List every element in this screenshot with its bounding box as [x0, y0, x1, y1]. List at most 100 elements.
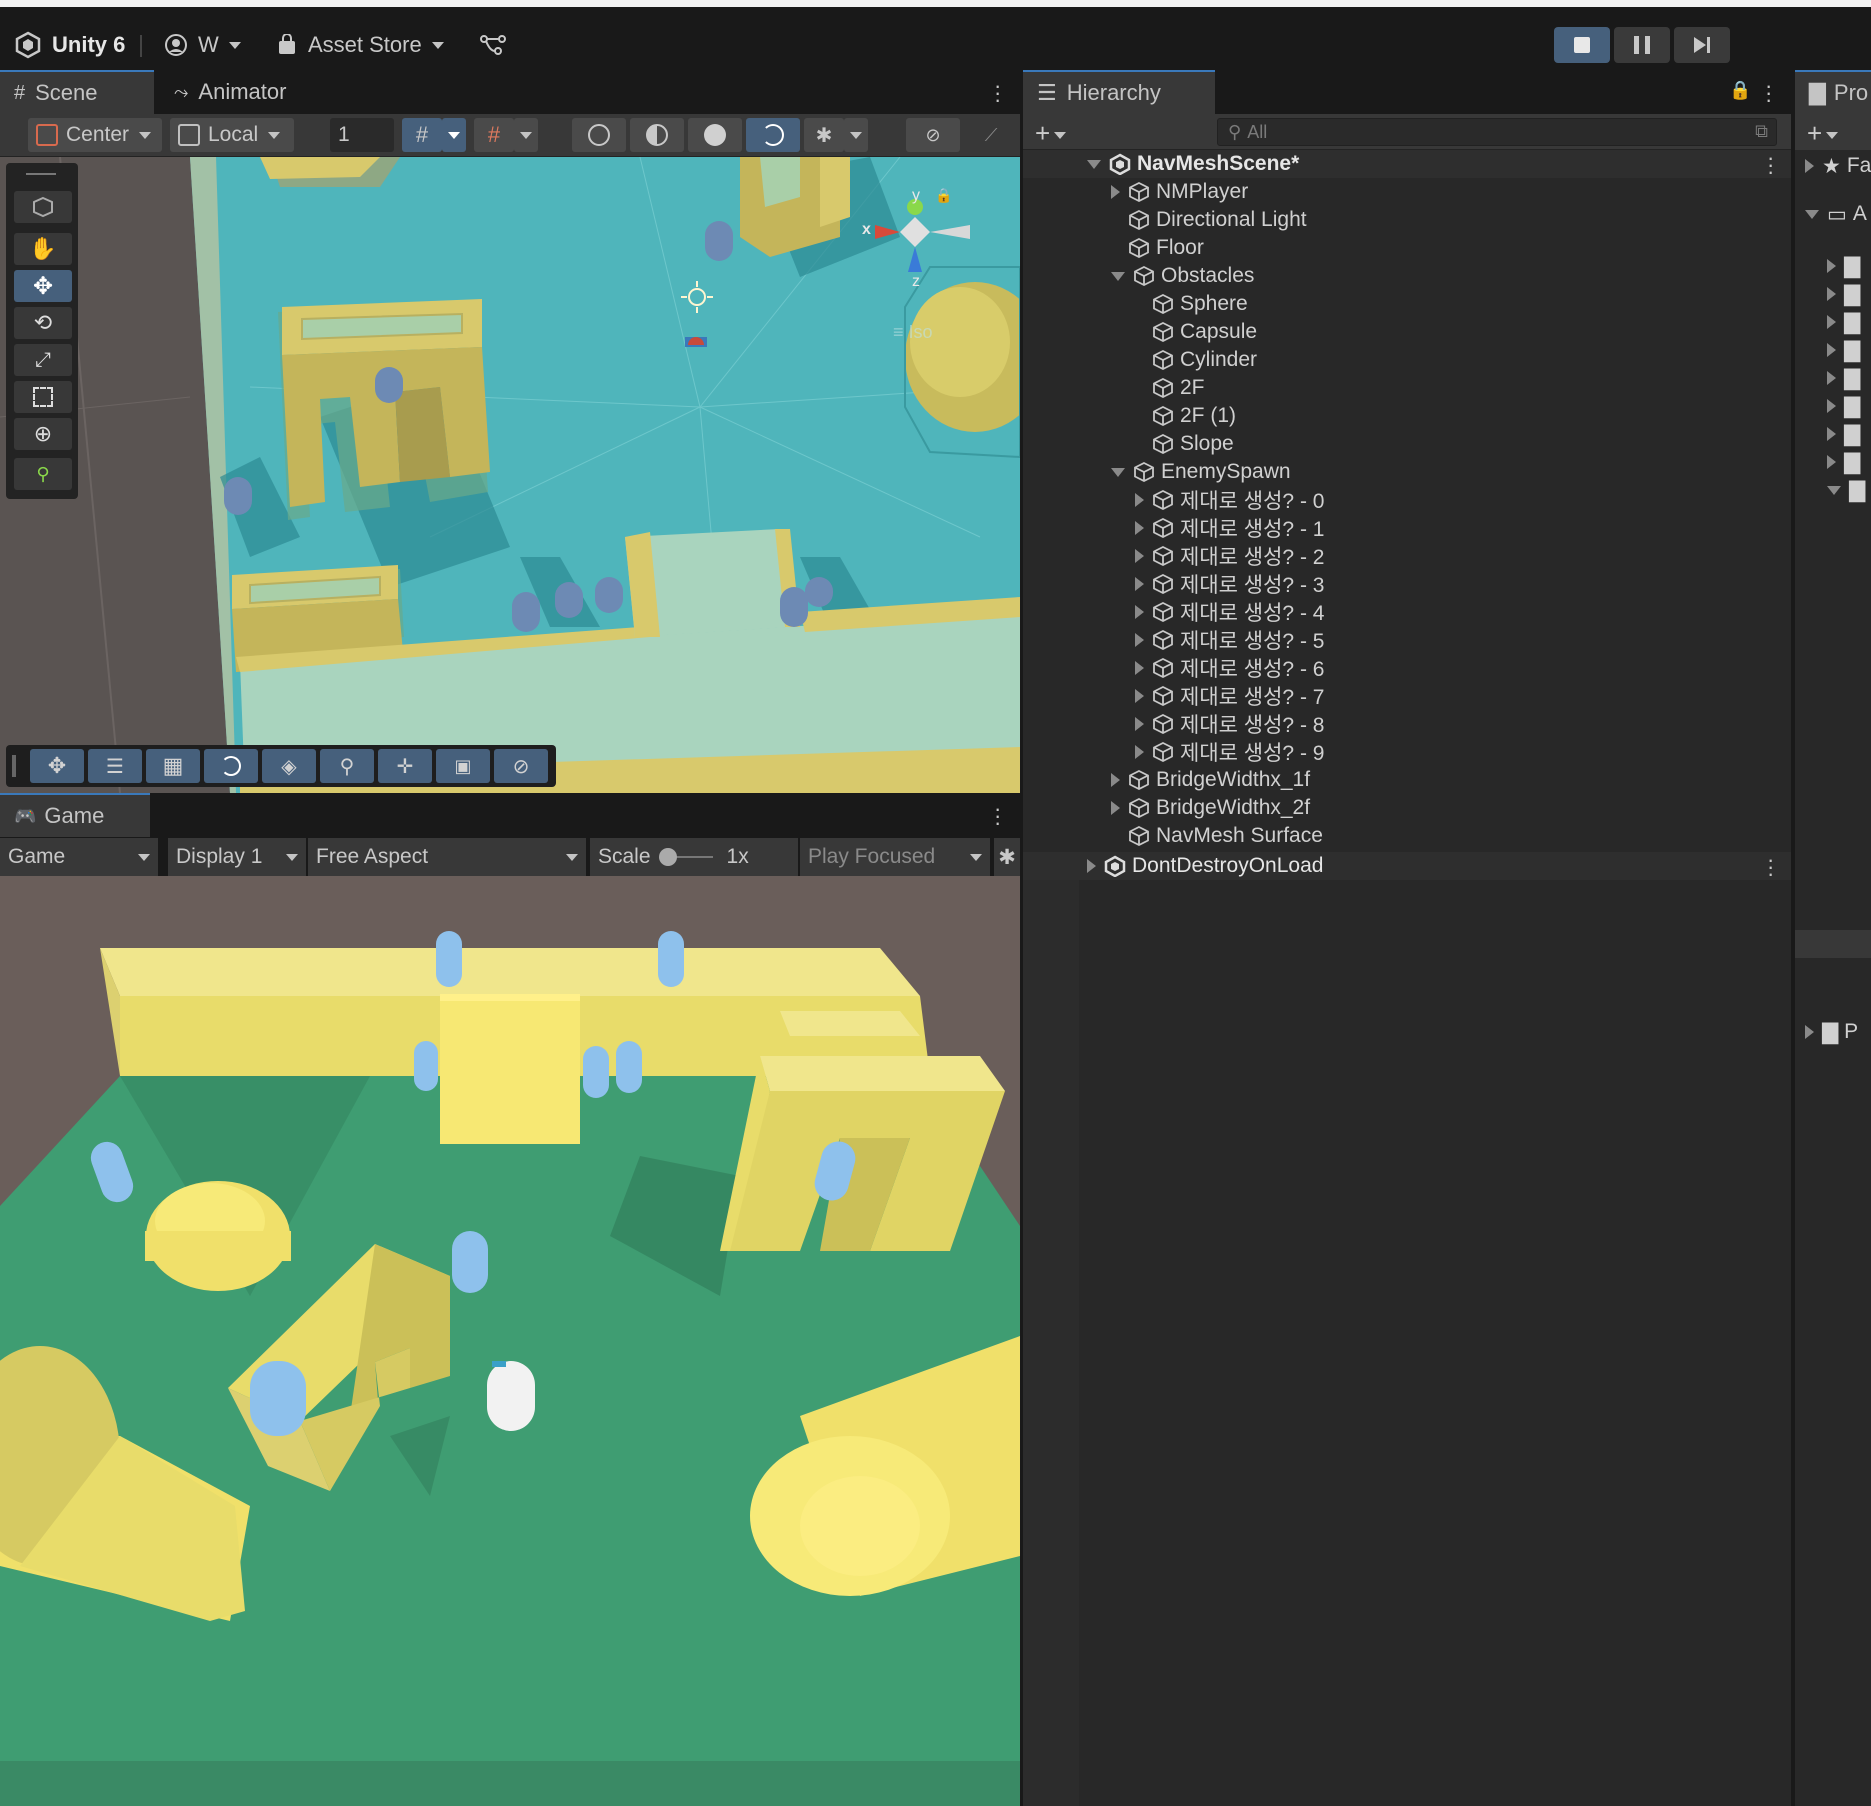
pivot-mode-dropdown[interactable]: Center — [28, 118, 162, 152]
project-packages-item[interactable]: ▇ P — [1795, 1018, 1871, 1046]
rotate-tool-button[interactable]: ⟲ — [14, 307, 72, 339]
nav-camera-button[interactable]: ▣ — [436, 749, 490, 783]
account-dropdown[interactable]: W — [164, 29, 241, 61]
hierarchy-item[interactable]: 제대로 생성? - 0 — [1023, 486, 1791, 514]
nav-search-button[interactable]: ⚲ — [320, 749, 374, 783]
move-tool-button[interactable]: ✥ — [14, 270, 72, 302]
expand-arrow-icon[interactable] — [1087, 159, 1101, 169]
aspect-dropdown[interactable]: Free Aspect — [308, 838, 586, 876]
game-panel-menu-icon[interactable]: · · · — [994, 798, 1001, 834]
version-control-button[interactable] — [480, 29, 506, 61]
dontdestroy-header-row[interactable]: DontDestroyOnLoad · · · — [1023, 849, 1791, 885]
game-viewport[interactable] — [0, 876, 1020, 1806]
expanded-arrow-icon[interactable] — [1111, 271, 1125, 281]
draw-mode-shaded-wire-button[interactable] — [630, 118, 684, 152]
expanded-arrow-icon[interactable] — [1111, 467, 1125, 477]
draw-mode-wireframe-button[interactable] — [572, 118, 626, 152]
expand-arrow-icon[interactable] — [1827, 427, 1836, 441]
scene-menu-icon[interactable]: · · · — [1767, 147, 1774, 183]
scene-visibility-button[interactable]: ⊘ — [906, 118, 960, 152]
expand-arrow-icon[interactable] — [1827, 315, 1836, 329]
nav-compass-button[interactable]: ⊘ — [494, 749, 548, 783]
scene-root-item[interactable]: NavMeshScene* — [1023, 150, 1791, 178]
tab-animator[interactable]: ⤳ Animator — [160, 70, 330, 114]
collapsed-arrow-icon[interactable] — [1135, 745, 1144, 759]
asset-store-dropdown[interactable]: Asset Store — [276, 29, 444, 61]
game-debug-button[interactable]: ✱ — [994, 838, 1020, 876]
nav-move-button[interactable]: ✥ — [30, 749, 84, 783]
hierarchy-item[interactable]: BridgeWidthx_2f — [1023, 794, 1791, 822]
expand-arrow-icon[interactable] — [1805, 1025, 1814, 1039]
collapsed-arrow-icon[interactable] — [1135, 689, 1144, 703]
project-folder-item[interactable]: ▇ — [1795, 420, 1871, 448]
expand-arrow-icon[interactable] — [1827, 371, 1836, 385]
expand-arrow-icon[interactable] — [1827, 343, 1836, 357]
scale-tool-button[interactable]: ⤢ — [14, 344, 72, 376]
scale-slider-track[interactable] — [658, 848, 713, 866]
collapsed-arrow-icon[interactable] — [1111, 773, 1120, 787]
orientation-gizmo[interactable]: x y z 🔒 — [840, 187, 980, 307]
pivot-rotation-dropdown[interactable]: Local — [170, 118, 294, 152]
collapsed-arrow-icon[interactable] — [1135, 605, 1144, 619]
nav-grid-button[interactable]: ▦ — [146, 749, 200, 783]
hierarchy-item[interactable]: 제대로 생성? - 3 — [1023, 570, 1791, 598]
drag-handle-icon[interactable] — [26, 173, 56, 175]
hierarchy-item[interactable]: 제대로 생성? - 1 — [1023, 514, 1791, 542]
hierarchy-item[interactable]: Sphere — [1023, 290, 1791, 318]
scene-panel-menu-icon[interactable]: · · · — [994, 75, 1001, 111]
expand-arrow-icon[interactable] — [1827, 399, 1836, 413]
hierarchy-item[interactable]: 제대로 생성? - 6 — [1023, 654, 1791, 682]
project-folder-item[interactable]: ▇ — [1795, 392, 1871, 420]
project-folder-item[interactable]: ▇ — [1795, 280, 1871, 308]
lock-icon[interactable]: 🔒 — [1729, 80, 1751, 101]
project-folder-item[interactable]: ▇ — [1795, 336, 1871, 364]
expand-arrow-icon[interactable] — [1827, 287, 1836, 301]
project-selected-row[interactable] — [1795, 930, 1871, 958]
game-mode-dropdown[interactable]: Game — [0, 838, 158, 876]
scale-slider-thumb[interactable] — [658, 848, 677, 866]
project-create-button[interactable]: + — [1807, 118, 1839, 149]
hierarchy-item[interactable]: EnemySpawn — [1023, 458, 1791, 486]
hierarchy-item[interactable]: NMPlayer — [1023, 178, 1791, 206]
hierarchy-item[interactable]: 제대로 생성? - 9 — [1023, 738, 1791, 766]
projection-toggle[interactable]: ≡ Iso — [893, 322, 933, 343]
scene-viewport[interactable]: x y z 🔒 ≡ Iso — [0, 157, 1020, 793]
pause-button[interactable] — [1614, 27, 1670, 63]
expand-arrow-icon[interactable] — [1805, 209, 1819, 219]
tab-hierarchy[interactable]: ☰ Hierarchy — [1023, 70, 1215, 114]
rect-tool-button[interactable] — [14, 381, 72, 413]
expand-arrow-icon[interactable] — [1827, 485, 1841, 495]
collapsed-arrow-icon[interactable] — [1135, 493, 1144, 507]
expand-arrow-icon[interactable] — [1827, 259, 1836, 273]
debug-options-dropdown[interactable] — [844, 118, 868, 152]
project-favorites-item[interactable]: ★ Fa — [1795, 152, 1871, 180]
dontdestroy-root-item[interactable]: DontDestroyOnLoad — [1023, 852, 1791, 880]
project-folder-item[interactable]: ▇ — [1795, 252, 1871, 280]
collapsed-arrow-icon[interactable] — [1135, 577, 1144, 591]
tab-scene[interactable]: # Scene — [0, 70, 154, 114]
grid-options-dropdown[interactable] — [442, 118, 466, 152]
hierarchy-item[interactable]: Slope — [1023, 430, 1791, 458]
stop-button[interactable] — [1554, 27, 1610, 63]
hierarchy-item[interactable]: BridgeWidthx_1f — [1023, 766, 1791, 794]
search-mode-icon[interactable]: ⧉ — [1755, 121, 1768, 142]
dontdestroy-menu-icon[interactable]: · · · — [1767, 849, 1774, 885]
expand-arrow-icon[interactable] — [1805, 159, 1814, 173]
panel-divider[interactable] — [1020, 70, 1023, 1806]
hierarchy-item[interactable]: Cylinder — [1023, 346, 1791, 374]
tab-project[interactable]: ▇ Pro — [1795, 70, 1871, 114]
hierarchy-item[interactable]: 2F — [1023, 374, 1791, 402]
hierarchy-item[interactable]: 제대로 생성? - 7 — [1023, 682, 1791, 710]
lock-icon[interactable]: 🔒 — [935, 187, 952, 204]
nav-layers-button[interactable]: ◈ — [262, 749, 316, 783]
panel-divider[interactable] — [1791, 70, 1795, 1806]
play-mode-dropdown[interactable]: Play Focused — [800, 838, 990, 876]
lighting-toggle-button[interactable] — [746, 118, 800, 152]
collapsed-arrow-icon[interactable] — [1135, 661, 1144, 675]
step-button[interactable] — [1674, 27, 1730, 63]
tab-game[interactable]: 🎮 Game — [0, 793, 150, 837]
overlay-drag-handle-icon[interactable] — [12, 755, 16, 777]
project-folder-item[interactable]: ▇ — [1795, 364, 1871, 392]
expand-arrow-icon[interactable] — [1087, 859, 1096, 873]
display-dropdown[interactable]: Display 1 — [168, 838, 306, 876]
